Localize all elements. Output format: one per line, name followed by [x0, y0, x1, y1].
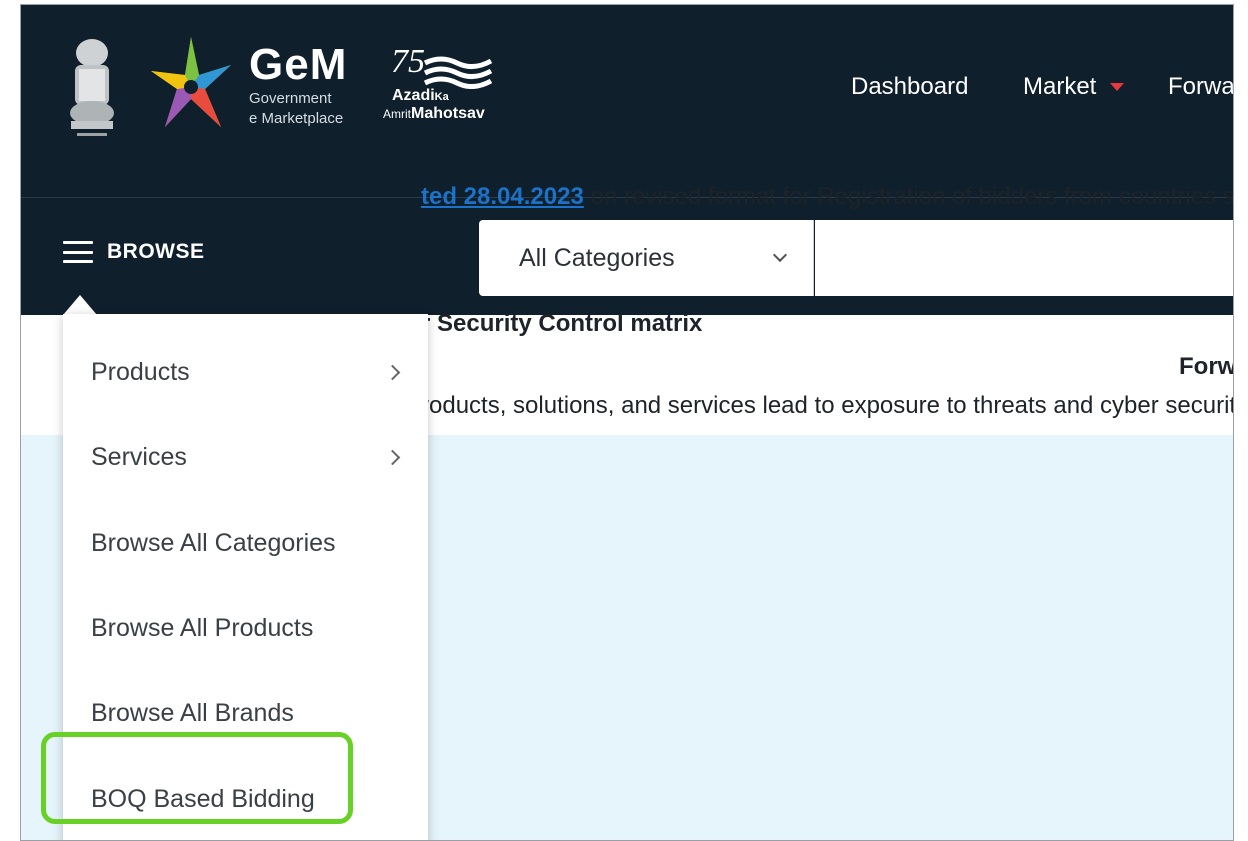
flag-waves-icon	[423, 56, 493, 89]
nav-market[interactable]: Market	[1023, 73, 1125, 101]
browse-label: BROWSE	[107, 240, 205, 263]
azadi-number: 75	[391, 43, 425, 80]
browser-viewport: GeM Government e Marketplace 75 AzadiKa …	[20, 4, 1234, 841]
nav-market-label: Market	[1023, 73, 1097, 100]
chevron-right-icon	[384, 364, 401, 381]
menu-item-label: Browse All Products	[91, 614, 314, 642]
notice-line-2: r Security Control matrix	[421, 310, 703, 337]
menu-item-label: Products	[91, 358, 190, 386]
notice-line-3: roducts, solutions, and services lead to…	[421, 392, 1234, 419]
notice-line-1-text: on revised format for Registration of bi…	[583, 183, 1234, 210]
notice-link[interactable]: ted 28.04.2023	[421, 183, 584, 210]
menu-item-browse-all-brands[interactable]: Browse All Brands	[63, 671, 428, 756]
page-heading-truncated: Forw	[1179, 353, 1234, 380]
menu-item-label: Services	[91, 443, 187, 471]
site-header: GeM Government e Marketplace 75 AzadiKa …	[21, 5, 1234, 198]
search-input[interactable]	[815, 220, 1233, 296]
logo-subtitle-1: Government	[249, 90, 332, 107]
azadi-ka-amrit-mahotsav-logo: 75 AzadiKa AmritMahotsav	[383, 43, 523, 123]
menu-item-label: BOQ Based Bidding	[91, 785, 315, 813]
menu-item-services[interactable]: Services	[63, 415, 428, 500]
browse-menu-button[interactable]: BROWSE	[63, 240, 205, 264]
menu-pointer	[63, 295, 97, 315]
nav-forward-label: Forwa	[1168, 73, 1234, 100]
gem-logo-text[interactable]: GeM Government e Marketplace	[249, 43, 347, 127]
hamburger-icon	[63, 241, 93, 263]
logo-title: GeM	[249, 40, 348, 89]
browse-dropdown-menu: Products Services Browse All Categories …	[63, 314, 428, 840]
menu-item-boq-based-bidding[interactable]: BOQ Based Bidding	[63, 757, 428, 840]
nav-dashboard[interactable]: Dashboard	[851, 73, 968, 101]
chevron-right-icon	[384, 449, 401, 466]
category-select[interactable]: All Categories	[479, 220, 814, 296]
menu-item-browse-all-products[interactable]: Browse All Products	[63, 586, 428, 671]
azadi-line-2: AmritMahotsav	[383, 105, 485, 122]
azadi-amrit: Amrit	[383, 107, 411, 121]
nav-dashboard-label: Dashboard	[851, 73, 969, 100]
logo-subtitle-2: e Marketplace	[249, 110, 344, 127]
azadi-line-1: AzadiKa	[392, 87, 449, 104]
nav-forward[interactable]: Forwa	[1168, 73, 1234, 101]
caret-down-icon	[1110, 83, 1125, 91]
national-emblem-icon	[70, 39, 114, 136]
category-select-value: All Categories	[519, 243, 675, 272]
search-bar-row: BROWSE All Categories	[21, 198, 1233, 315]
menu-item-label: Browse All Categories	[91, 529, 336, 557]
gem-logo-icon	[151, 37, 231, 127]
menu-item-products[interactable]: Products	[63, 330, 428, 415]
notice-line-1: ted 28.04.2023 on revised format for Reg…	[421, 183, 1234, 211]
menu-item-browse-all-categories[interactable]: Browse All Categories	[63, 501, 428, 586]
menu-item-label: Browse All Brands	[91, 699, 294, 727]
chevron-down-icon	[772, 247, 788, 263]
azadi-ka: Ka	[434, 91, 449, 103]
